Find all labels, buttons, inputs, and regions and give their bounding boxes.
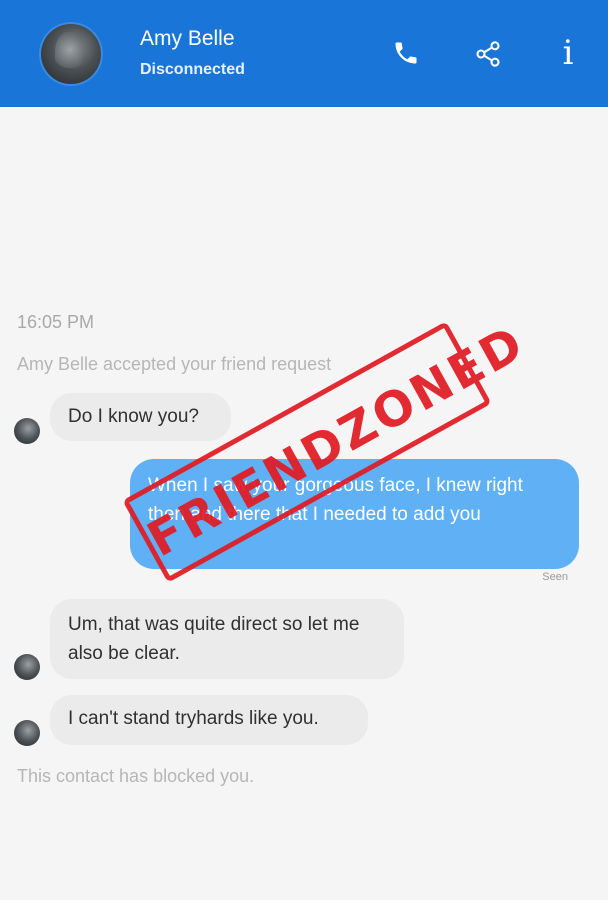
share-icon[interactable]	[474, 40, 502, 68]
info-icon[interactable]: i	[556, 33, 580, 73]
contact-avatar[interactable]	[41, 24, 101, 84]
incoming-message[interactable]: I can't stand tryhards like you.	[50, 695, 368, 745]
contact-avatar-small[interactable]	[14, 720, 40, 746]
read-receipt: Seen	[542, 571, 568, 583]
incoming-message[interactable]: Um, that was quite direct so let me also…	[50, 599, 404, 679]
system-message-blocked: This contact has blocked you.	[17, 766, 255, 786]
chat-header: Amy Belle Disconnected i	[0, 0, 608, 107]
incoming-message[interactable]: Do I know you?	[50, 393, 231, 441]
phone-icon[interactable]	[392, 39, 420, 67]
system-message-accepted: Amy Belle accepted your friend request	[17, 354, 332, 374]
contact-avatar-small[interactable]	[14, 654, 40, 680]
contact-name[interactable]: Amy Belle	[140, 26, 235, 52]
contact-avatar-small[interactable]	[14, 418, 40, 444]
contact-status: Disconnected	[140, 61, 245, 78]
message-timestamp: 16:05 PM	[17, 312, 95, 332]
